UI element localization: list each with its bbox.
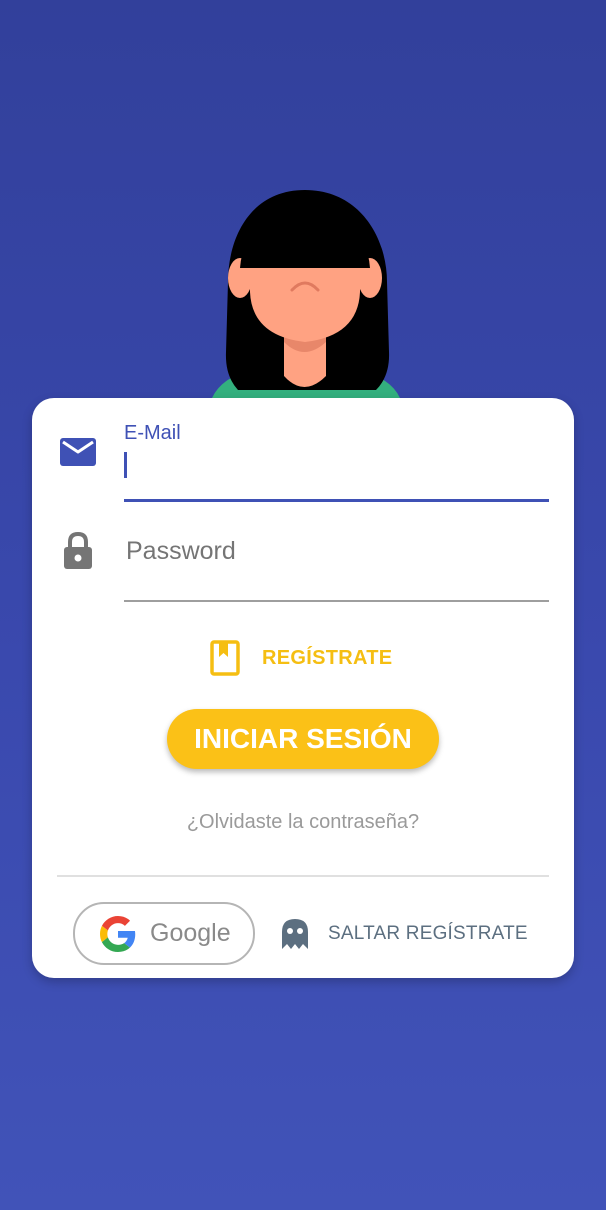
avatar-illustration xyxy=(212,190,400,398)
google-g-icon xyxy=(100,915,136,952)
google-button-label: Google xyxy=(150,919,231,947)
skip-register-link[interactable]: SALTAR REGÍSTRATE xyxy=(280,914,528,954)
divider xyxy=(57,875,549,877)
password-input[interactable] xyxy=(124,530,548,572)
email-underline xyxy=(124,499,549,502)
bookmark-book-icon xyxy=(210,640,240,676)
login-button[interactable]: INICIAR SESIÓN xyxy=(167,709,439,769)
email-input[interactable] xyxy=(124,448,549,498)
text-caret xyxy=(124,452,127,478)
lock-icon xyxy=(64,532,92,569)
google-signin-button[interactable]: Google xyxy=(73,902,255,965)
register-link[interactable]: REGÍSTRATE xyxy=(210,638,392,678)
email-field-label: E-Mail xyxy=(124,422,181,444)
login-card: E-Mail REGÍSTRATE INICIAR SESIÓN ¿Olvida… xyxy=(32,398,574,978)
register-link-label: REGÍSTRATE xyxy=(262,646,393,669)
skip-register-label: SALTAR REGÍSTRATE xyxy=(328,923,528,944)
mail-icon xyxy=(60,438,96,466)
ghost-icon xyxy=(282,919,308,949)
forgot-password-link[interactable]: ¿Olvidaste la contraseña? xyxy=(32,811,574,834)
password-underline xyxy=(124,600,549,602)
